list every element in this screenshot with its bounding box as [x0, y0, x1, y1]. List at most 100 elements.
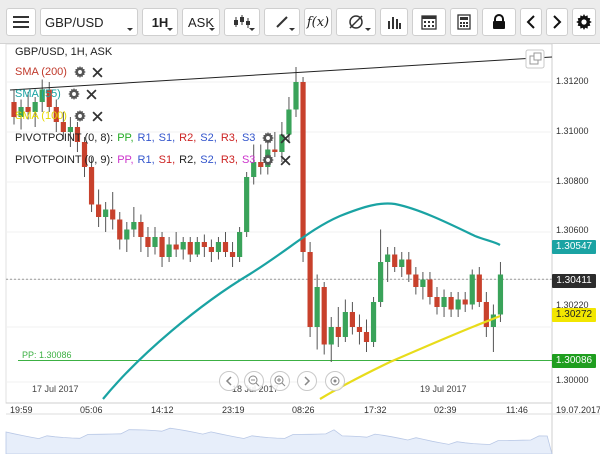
chevron-left-icon	[225, 376, 232, 386]
y-tick: 1.30800	[556, 176, 589, 186]
function-icon: f(x)	[306, 14, 330, 30]
x-tick: 19:59	[10, 405, 33, 415]
volume-bars-icon	[388, 17, 401, 29]
price-type-selector[interactable]: ASK	[182, 8, 220, 36]
calculator-icon	[457, 14, 471, 30]
candle-body	[420, 279, 426, 287]
pivot-1-item: S1,	[158, 132, 176, 144]
candle-body	[124, 229, 130, 240]
price-chart[interactable]	[0, 44, 600, 454]
price-tag-pp: 1.30086	[552, 354, 596, 368]
zoom-in-icon	[274, 375, 286, 387]
scroll-left-button[interactable]	[520, 8, 542, 36]
close-icon[interactable]	[280, 154, 291, 166]
calculator-button[interactable]	[450, 8, 478, 36]
y-tick: 1.31200	[556, 76, 589, 86]
function-button[interactable]: f(x)	[304, 8, 332, 36]
gear-icon[interactable]	[74, 66, 86, 78]
current-date: 19.07.2017	[556, 405, 600, 415]
gear-icon[interactable]	[74, 110, 86, 122]
pivot-row-2: PIVOTPOINT (0, 9): PP, R1, S1, R2, S2, R…	[15, 154, 294, 166]
pivot-2-item: S1,	[158, 154, 176, 166]
candle-body	[180, 242, 186, 250]
candle-body	[229, 252, 236, 257]
scroll-left-nav-button[interactable]	[219, 371, 239, 391]
candle-body	[222, 242, 229, 252]
chevron-right-icon	[304, 376, 311, 386]
candle-type-icon	[234, 15, 250, 28]
scroll-right-button[interactable]	[546, 8, 568, 36]
candle-body	[434, 297, 440, 307]
pivot-row-1: PIVOTPOINT (0, 8): PP, R1, S1, R2, S2, R…	[15, 132, 294, 144]
pivot-1-item: S2,	[200, 132, 217, 144]
close-icon[interactable]	[92, 110, 103, 122]
candle-body	[441, 297, 447, 307]
chevron-down-icon	[365, 28, 371, 31]
symbol-selector[interactable]: GBP/USD	[40, 8, 138, 36]
pivot-2-item: R2,	[179, 154, 197, 166]
toolbar: GBP/USD 1H ASK f(x)	[0, 0, 600, 44]
pivot-1-label: PIVOTPOINT (0, 8):	[15, 132, 114, 144]
candle-body	[110, 209, 116, 220]
settings-button[interactable]	[572, 8, 596, 36]
candle-body	[342, 312, 348, 337]
gear-icon[interactable]	[262, 154, 275, 166]
lock-button[interactable]	[482, 8, 516, 36]
candle-body	[286, 109, 292, 135]
pivot-1-item: R1,	[137, 132, 155, 144]
draw-line-icon	[276, 16, 288, 28]
candle-body	[497, 274, 504, 315]
x-tick: 11:46	[506, 405, 528, 415]
timeframe-selector[interactable]: 1H	[142, 8, 178, 36]
close-icon[interactable]	[280, 132, 291, 144]
candle-body	[88, 167, 95, 205]
settings-icon	[576, 14, 592, 30]
volume-button[interactable]	[380, 8, 408, 36]
gear-icon[interactable]	[262, 132, 275, 144]
menu-button[interactable]	[6, 8, 36, 36]
candle-body	[201, 242, 207, 247]
date-tag: 17 Jul 2017	[32, 384, 79, 394]
close-icon[interactable]	[86, 88, 97, 100]
y-tick: 1.30600	[556, 225, 589, 235]
x-tick: 14:12	[151, 405, 174, 415]
scroll-right-nav-button[interactable]	[297, 371, 317, 391]
candle-body	[166, 244, 172, 257]
reset-zoom-button[interactable]	[325, 371, 345, 391]
chevron-down-icon	[289, 28, 295, 31]
indicators-button[interactable]	[336, 8, 376, 36]
candle-body	[476, 274, 482, 302]
indicators-icon	[349, 15, 363, 29]
x-tick: 23:19	[222, 405, 245, 415]
y-tick: 1.30000	[556, 375, 589, 385]
chart-panel[interactable]: GBP/USD, 1H, ASK SMA (200) SMA (55) SMA …	[0, 44, 600, 454]
reset-zoom-icon	[330, 376, 340, 386]
zoom-out-button[interactable]	[244, 371, 264, 391]
chart-header: GBP/USD, 1H, ASK	[15, 46, 113, 58]
zoom-in-button[interactable]	[270, 371, 290, 391]
candle-body	[385, 254, 391, 262]
y-tick: 1.31000	[556, 126, 589, 136]
candle-body	[152, 237, 158, 247]
candle-body	[117, 219, 123, 240]
candle-body	[60, 122, 66, 132]
lock-icon	[493, 14, 505, 29]
candle-body	[335, 327, 341, 337]
candle-body	[462, 299, 468, 305]
draw-tool-button[interactable]	[264, 8, 300, 36]
pivot-2-item: S2,	[200, 154, 217, 166]
expand-icon[interactable]	[525, 49, 545, 69]
chart-type-button[interactable]	[224, 8, 260, 36]
pivot-1-item: R2,	[179, 132, 197, 144]
gear-icon[interactable]	[68, 88, 80, 100]
pivot-2-item: R3,	[220, 154, 238, 166]
grid	[6, 81, 552, 383]
calendar-button[interactable]	[412, 8, 446, 36]
candle-body	[413, 274, 419, 287]
candle-body	[370, 302, 377, 342]
candle-body	[208, 247, 214, 252]
candle-body	[300, 82, 306, 252]
candle-body	[427, 279, 433, 297]
close-icon[interactable]	[92, 66, 103, 78]
sma-100-row: SMA (100)	[15, 110, 106, 122]
